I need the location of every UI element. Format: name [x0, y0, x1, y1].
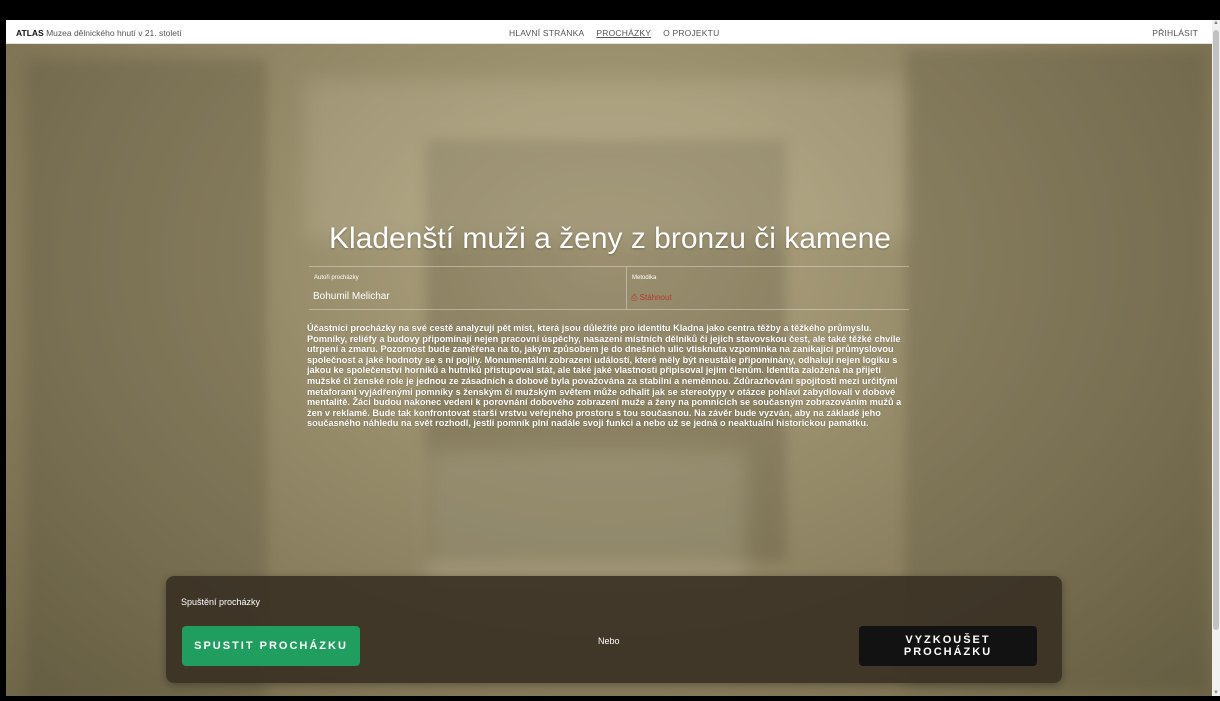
methodology-section: Metodika ⎙ Stáhnout	[627, 267, 909, 309]
walk-title: Kladenští muži a ženy z bronzu či kamene	[329, 222, 891, 255]
launch-panel: Spuštění procházky SPUSTIT PROCHÁZKU Neb…	[166, 576, 1062, 683]
scrollbar-thumb[interactable]	[1213, 30, 1219, 630]
nav-about[interactable]: O PROJEKTU	[663, 28, 719, 38]
start-walk-button[interactable]: SPUSTIT PROCHÁZKU	[182, 626, 360, 666]
brand-name: ATLAS	[16, 28, 44, 38]
walk-description: Účastníci procházky na své cestě analyzu…	[307, 323, 902, 429]
authors-value: Bohumil Melichar	[313, 291, 390, 302]
main-nav: HLAVNÍ STRÁNKA PROCHÁZKY O PROJEKTU	[509, 28, 719, 38]
nav-home[interactable]: HLAVNÍ STRÁNKA	[509, 28, 584, 38]
scroll-down-icon[interactable]: ▼	[1212, 690, 1220, 696]
top-navigation-bar: ATLAS Muzea dělnického hnutí v 21. stole…	[6, 20, 1212, 44]
page-scrollbar[interactable]: ▲ ▼	[1212, 20, 1220, 696]
brand-tagline: Muzea dělnického hnutí v 21. století	[46, 28, 182, 38]
methodology-link-text: Stáhnout	[639, 293, 672, 302]
brand-logo[interactable]: ATLAS Muzea dělnického hnutí v 21. stole…	[16, 28, 182, 38]
authors-label: Autoři procházky	[314, 275, 359, 281]
try-walk-button[interactable]: VYZKOUŠET PROCHÁZKU	[859, 626, 1037, 666]
walk-meta: Autoři procházky Bohumil Melichar Metodi…	[309, 266, 909, 310]
download-icon: ⎙	[631, 293, 638, 302]
scroll-up-icon[interactable]: ▲	[1212, 20, 1220, 26]
methodology-download-link[interactable]: ⎙ Stáhnout	[631, 293, 672, 303]
login-link[interactable]: PŘIHLÁSIT	[1152, 28, 1198, 38]
or-text: Nebo	[598, 636, 620, 646]
nav-walks[interactable]: PROCHÁZKY	[596, 28, 651, 38]
methodology-label: Metodika	[632, 275, 657, 281]
authors-section: Autoři procházky Bohumil Melichar	[309, 267, 627, 309]
launch-label: Spuštění procházky	[181, 597, 261, 607]
